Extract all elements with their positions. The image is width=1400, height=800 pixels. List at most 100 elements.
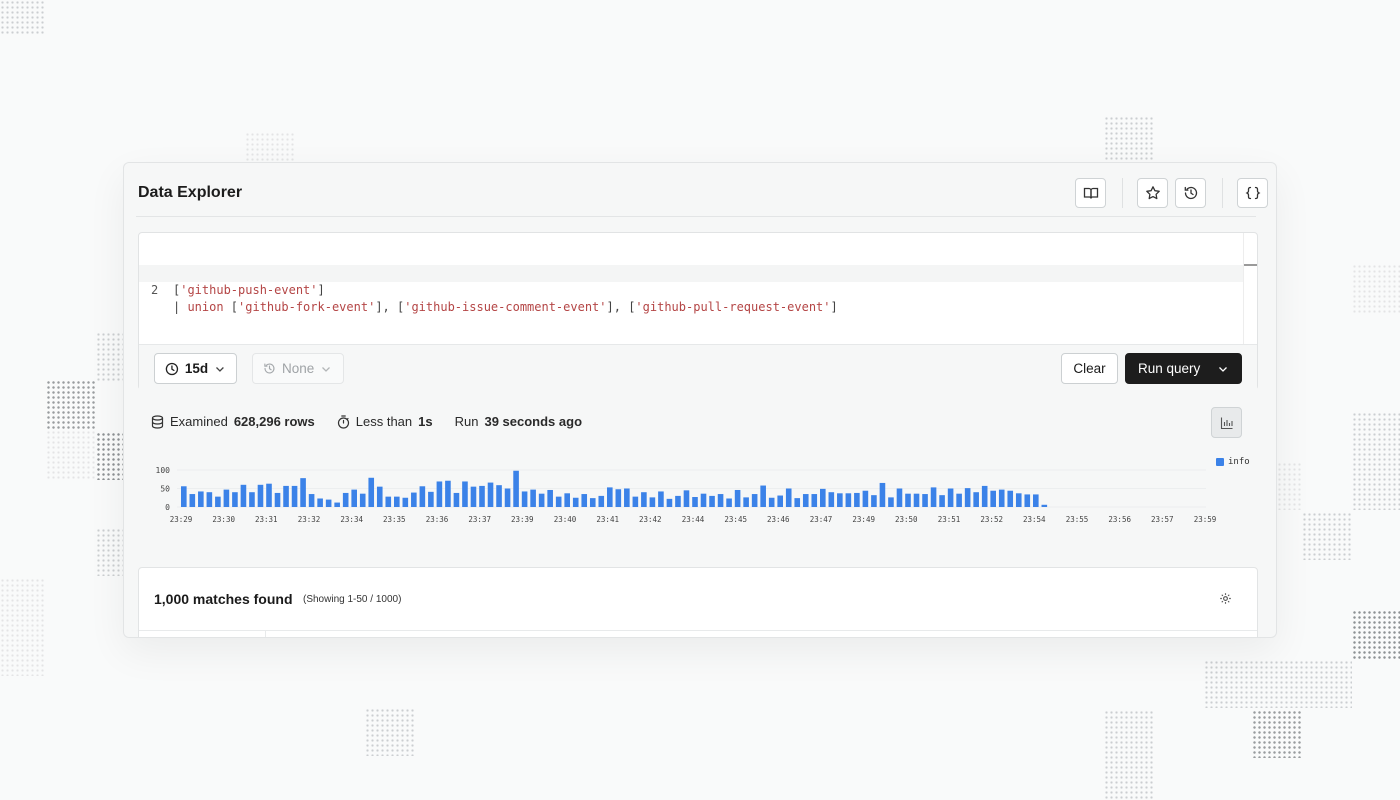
query-stats: Examined 628,296 rows Less than 1s Run 3…	[151, 414, 604, 429]
histogram-bar	[871, 495, 877, 507]
y-tick-label: 50	[160, 485, 170, 494]
code-input[interactable]: 1 ['github-push-event'] 2 | union ['gith…	[139, 233, 1243, 344]
x-tick-label: 23:36	[426, 515, 449, 524]
time-range-select[interactable]: 15d	[154, 353, 237, 384]
book-icon	[1083, 187, 1098, 199]
results-count: 1,000 matches found	[154, 591, 293, 607]
x-tick-label: 23:51	[938, 515, 961, 524]
stat-value: 1s	[418, 414, 433, 429]
histogram-bar	[913, 493, 920, 507]
histogram-bar	[939, 495, 945, 507]
bg-pattern	[46, 380, 96, 430]
histogram-bar	[547, 489, 553, 507]
chart-toggle-button[interactable]	[1211, 407, 1242, 438]
histogram-bar	[564, 493, 570, 507]
histogram-bar	[802, 494, 809, 507]
x-tick-label: 23:54	[1023, 515, 1046, 524]
chevron-down-icon	[216, 366, 224, 372]
histogram-bar	[351, 489, 357, 507]
histogram-bar	[419, 486, 426, 507]
bg-pattern	[0, 578, 46, 676]
toolbar-divider	[1222, 178, 1223, 208]
x-tick-label: 23:29	[170, 515, 193, 524]
histogram-bar	[240, 484, 247, 507]
histogram-bar	[820, 488, 826, 507]
docs-button[interactable]	[1075, 178, 1106, 208]
header-divider	[136, 216, 1256, 217]
histogram-bar	[734, 489, 741, 507]
json-view-button[interactable]	[1237, 178, 1268, 208]
legend-label: info	[1228, 457, 1250, 467]
bg-pattern	[365, 708, 415, 756]
stat-value: 628,296 rows	[233, 414, 315, 429]
histogram-bar	[862, 490, 869, 507]
bg-pattern	[1204, 660, 1352, 708]
histogram-bar	[589, 498, 596, 507]
histogram-bar	[1041, 504, 1048, 507]
histogram-bar	[700, 493, 707, 507]
histogram-bar	[206, 492, 213, 507]
histogram-bar	[521, 491, 528, 507]
code-text: | union ['github-fork-event'], ['github-…	[173, 300, 838, 314]
histogram-bar	[658, 491, 664, 507]
query-editor: 1 ['github-push-event'] 2 | union ['gith…	[138, 232, 1258, 390]
histogram-bar	[828, 492, 835, 507]
database-icon	[151, 414, 164, 429]
histogram-bar	[215, 496, 221, 507]
histogram-bar	[905, 493, 911, 507]
clear-button[interactable]: Clear	[1061, 353, 1118, 384]
histogram-bar	[274, 492, 281, 507]
query-controls: 15d None Clear Run query	[139, 344, 1257, 390]
histogram-bar	[717, 494, 724, 507]
x-tick-label: 23:30	[212, 515, 235, 524]
histogram-bar	[428, 491, 434, 507]
histogram-bar	[530, 489, 536, 507]
x-tick-label: 23:44	[682, 515, 705, 524]
histogram-bar	[445, 480, 451, 507]
histogram-bar	[572, 497, 579, 507]
run-time-stat: Run 39 seconds ago	[455, 414, 582, 429]
histogram-bar	[649, 497, 656, 507]
histogram-bar	[624, 488, 630, 507]
gear-icon	[1220, 593, 1231, 604]
histogram-bar	[777, 495, 783, 507]
group-by-select[interactable]: None	[252, 353, 344, 384]
editor-scrollbar[interactable]	[1243, 233, 1244, 344]
bg-pattern	[96, 332, 123, 382]
stat-label: Run	[454, 414, 479, 429]
history-button[interactable]	[1175, 178, 1206, 208]
x-tick-label: 23:59	[1194, 515, 1217, 524]
histogram-bar	[888, 497, 894, 507]
histogram-bar	[785, 488, 792, 507]
x-tick-label: 23:39	[511, 515, 534, 524]
x-tick-label: 23:56	[1108, 515, 1131, 524]
x-tick-label: 23:37	[468, 515, 491, 524]
favorite-button[interactable]	[1137, 178, 1168, 208]
bg-pattern	[1252, 710, 1302, 758]
x-tick-label: 23:50	[895, 515, 918, 524]
histogram-bar	[249, 492, 255, 507]
histogram-bar	[198, 491, 204, 507]
histogram-bar	[990, 490, 996, 507]
histogram-bar	[1024, 494, 1031, 507]
stat-value: 39 seconds ago	[484, 414, 583, 429]
histogram-bar	[402, 497, 409, 507]
histogram-bar	[223, 489, 230, 507]
histogram-bar	[581, 494, 588, 507]
histogram-bar	[794, 498, 801, 507]
chevron-down-icon[interactable]	[1217, 363, 1229, 375]
bg-pattern	[245, 132, 295, 162]
histogram-bar	[726, 498, 732, 507]
histogram-bar	[666, 498, 673, 507]
histogram-bar	[981, 485, 988, 507]
x-tick-label: 23:47	[810, 515, 833, 524]
x-tick-label: 23:46	[767, 515, 790, 524]
histogram-bar	[615, 489, 622, 507]
histogram-bar	[998, 489, 1005, 507]
chart-legend[interactable]: info	[1216, 457, 1250, 467]
histogram-bar	[956, 493, 962, 507]
histogram-bar	[555, 496, 562, 507]
run-query-button[interactable]: Run query	[1125, 353, 1242, 384]
results-settings-button[interactable]	[1219, 592, 1232, 610]
x-tick-label: 23:42	[639, 515, 662, 524]
